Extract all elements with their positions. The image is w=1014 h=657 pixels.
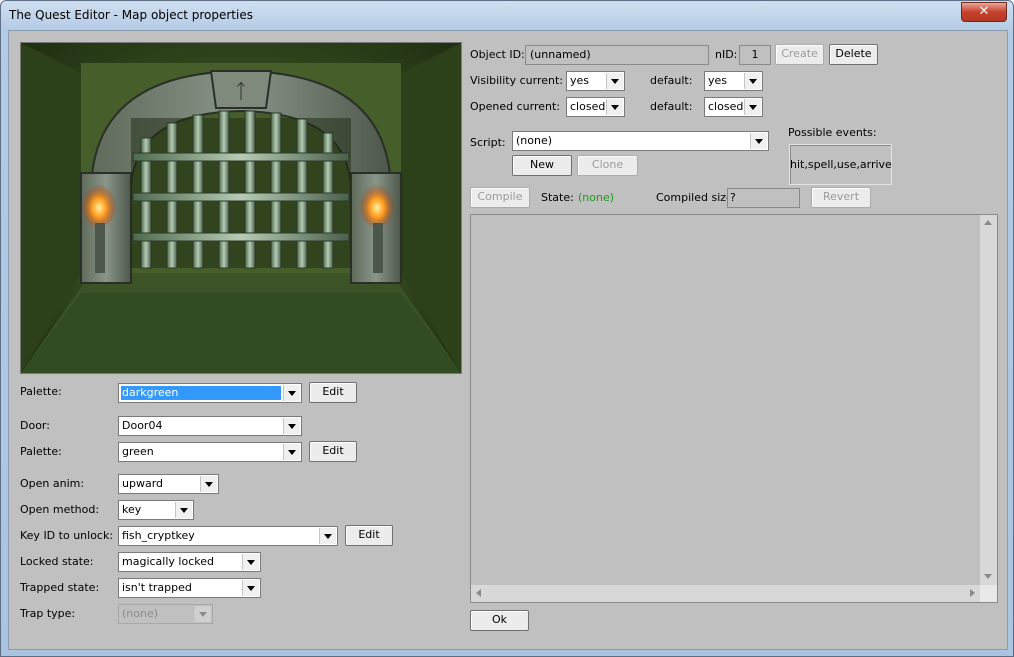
visibility-label: Visibility current:: [470, 74, 563, 87]
possible-events-label: Possible events:: [788, 126, 877, 139]
clone-script-button[interactable]: Clone: [577, 155, 638, 176]
key-id-select[interactable]: fish_cryptkey: [118, 526, 338, 546]
chevron-down-icon[interactable]: [200, 476, 217, 492]
object-id-label: Object ID:: [470, 48, 525, 61]
door-preview-art: ᛏ: [21, 43, 461, 373]
compile-button[interactable]: Compile: [470, 187, 530, 208]
window-frame: The Quest Editor - Map object properties…: [0, 0, 1014, 657]
nid-field[interactable]: 1: [739, 45, 771, 65]
chevron-down-icon[interactable]: [175, 502, 192, 518]
chevron-down-icon[interactable]: [283, 385, 300, 401]
trapped-state-select[interactable]: isn't trapped: [118, 578, 261, 598]
palette1-edit-button[interactable]: Edit: [309, 382, 357, 403]
scroll-left-icon[interactable]: [476, 589, 481, 597]
nid-label: nID:: [715, 48, 738, 61]
opened-label: Opened current:: [470, 100, 561, 113]
door-value: Door04: [122, 419, 163, 432]
delete-button[interactable]: Delete: [829, 44, 878, 65]
palette2-label: Palette:: [20, 445, 62, 458]
door-preview-image: ᛏ: [20, 42, 462, 374]
script-editor[interactable]: [470, 214, 998, 603]
state-value: (none): [578, 191, 615, 204]
client-area: ᛏ Palette: darkgreen Edit Door: Door04 P…: [8, 30, 1008, 650]
trap-type-select[interactable]: (none): [118, 604, 213, 624]
script-label: Script:: [470, 136, 506, 149]
vertical-scrollbar[interactable]: [980, 215, 997, 585]
visibility-default-label: default:: [650, 74, 693, 87]
compiled-size-label: Compiled size:: [656, 191, 737, 204]
visibility-default-value: yes: [708, 74, 728, 87]
open-method-select[interactable]: key: [118, 500, 194, 520]
opened-current-select[interactable]: closed: [566, 97, 625, 117]
script-value: (none): [516, 134, 553, 147]
opened-default-value: closed: [708, 100, 744, 113]
palette2-value: green: [122, 445, 154, 458]
ok-button[interactable]: Ok: [470, 610, 529, 631]
scroll-up-icon[interactable]: [984, 220, 992, 225]
locked-state-value: magically locked: [122, 555, 214, 568]
palette2-select[interactable]: green: [118, 442, 302, 462]
door-select[interactable]: Door04: [118, 416, 302, 436]
open-method-label: Open method:: [20, 503, 100, 516]
key-id-value: fish_cryptkey: [122, 529, 195, 542]
chevron-down-icon[interactable]: [283, 418, 300, 434]
door-label: Door:: [20, 419, 50, 432]
scrollbar-corner: [980, 585, 997, 602]
trapped-state-label: Trapped state:: [20, 581, 100, 594]
open-anim-label: Open anim:: [20, 477, 85, 490]
script-select[interactable]: (none): [512, 131, 769, 151]
key-id-label: Key ID to unlock:: [20, 529, 114, 542]
svg-text:ᛏ: ᛏ: [235, 79, 247, 103]
visibility-default-select[interactable]: yes: [704, 71, 763, 91]
palette2-edit-button[interactable]: Edit: [309, 441, 357, 462]
chevron-down-icon[interactable]: [606, 99, 623, 115]
chevron-down-icon[interactable]: [242, 580, 259, 596]
visibility-current-select[interactable]: yes: [566, 71, 625, 91]
chevron-down-icon[interactable]: [242, 554, 259, 570]
open-method-value: key: [122, 503, 142, 516]
chevron-down-icon[interactable]: [744, 99, 761, 115]
palette1-select[interactable]: darkgreen: [118, 383, 302, 403]
key-id-edit-button[interactable]: Edit: [345, 525, 393, 546]
possible-events-box: hit,spell,use,arrive: [789, 144, 892, 185]
state-label: State:: [541, 191, 574, 204]
opened-default-label: default:: [650, 100, 693, 113]
open-anim-select[interactable]: upward: [118, 474, 219, 494]
horizontal-scrollbar[interactable]: [471, 585, 981, 602]
palette1-value: darkgreen: [121, 386, 281, 400]
opened-current-value: closed: [570, 100, 606, 113]
title-bar[interactable]: The Quest Editor - Map object properties…: [1, 1, 1013, 29]
trap-type-label: Trap type:: [20, 607, 76, 620]
palette1-label: Palette:: [20, 385, 62, 398]
trap-type-value: (none): [122, 607, 159, 620]
scroll-down-icon[interactable]: [984, 574, 992, 579]
locked-state-select[interactable]: magically locked: [118, 552, 261, 572]
create-button[interactable]: Create: [775, 44, 824, 65]
revert-button[interactable]: Revert: [811, 187, 871, 208]
new-script-button[interactable]: New: [512, 155, 572, 176]
compiled-size-field[interactable]: ?: [727, 188, 800, 208]
close-icon: ✕: [978, 4, 990, 19]
window-title: The Quest Editor - Map object properties: [9, 8, 253, 22]
chevron-down-icon: [194, 606, 211, 622]
locked-state-label: Locked state:: [20, 555, 94, 568]
close-button[interactable]: ✕: [961, 2, 1007, 22]
chevron-down-icon[interactable]: [283, 444, 300, 460]
scroll-right-icon[interactable]: [970, 589, 975, 597]
trapped-state-value: isn't trapped: [122, 581, 192, 594]
chevron-down-icon[interactable]: [744, 73, 761, 89]
chevron-down-icon[interactable]: [606, 73, 623, 89]
object-id-field[interactable]: (unnamed): [525, 45, 709, 65]
opened-default-select[interactable]: closed: [704, 97, 763, 117]
chevron-down-icon[interactable]: [750, 133, 767, 149]
visibility-current-value: yes: [570, 74, 590, 87]
chevron-down-icon[interactable]: [319, 528, 336, 544]
open-anim-value: upward: [122, 477, 164, 490]
